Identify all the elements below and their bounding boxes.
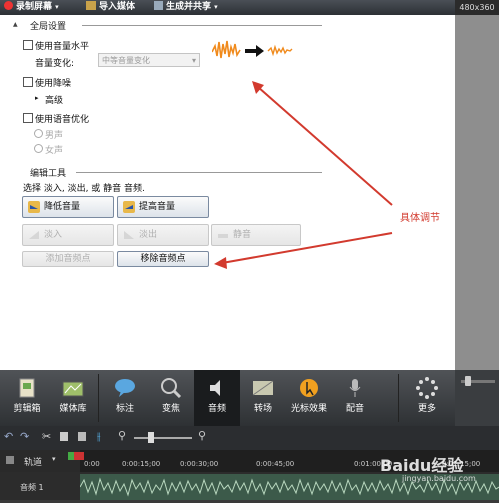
paste-icon[interactable] — [78, 432, 86, 441]
transition-icon — [252, 380, 274, 396]
tool-clip-bin[interactable]: 剪辑箱 — [4, 370, 50, 426]
import-icon — [86, 1, 96, 10]
top-toolbar: 录制屏幕 ▾ 导入媒体 生成并共享 ▾ — [0, 0, 455, 15]
timeline-zoom-slider[interactable] — [134, 437, 192, 439]
audio-task-panel: ▲ 全局设置 使用音量水平 音量变化: 中等音量变化 ▾ 使用降噪 ▸ 高级 使… — [0, 15, 455, 370]
tool-zoom[interactable]: 变焦 — [148, 370, 194, 426]
zoom-in-icon[interactable]: ⚲ — [198, 429, 206, 442]
playhead-end-marker[interactable] — [74, 452, 84, 460]
tool-cursor-effects[interactable]: 光标效果 — [286, 370, 332, 426]
zoom-icon — [161, 378, 182, 399]
library-icon — [62, 381, 84, 397]
task-tools-bar: 剪辑箱 媒体库 标注 变焦 音频 转场 光标效果 配音 更多 — [0, 370, 455, 426]
timeline-zoom-handle[interactable] — [148, 432, 154, 443]
toolbar-separator — [398, 374, 399, 422]
tool-audio[interactable]: 音频 — [194, 370, 240, 426]
more-icon — [416, 377, 438, 399]
resolution-display[interactable]: 480x360 — [455, 0, 499, 15]
preview-pane — [455, 15, 499, 370]
callout-icon — [115, 379, 135, 397]
produce-share-button[interactable]: 生成并共享 ▾ — [154, 1, 218, 14]
redo-icon[interactable]: ↷ — [20, 430, 29, 443]
copy-icon[interactable] — [60, 432, 68, 441]
import-media-button[interactable]: 导入媒体 — [86, 1, 135, 14]
annotation-label: 具体调节 — [400, 213, 440, 224]
track-name: 音频 1 — [20, 483, 44, 492]
time-tick: 0:00 — [84, 460, 100, 468]
chevron-down-icon: ▾ — [214, 3, 218, 11]
preview-zoom-handle[interactable] — [465, 376, 471, 386]
produce-icon — [154, 1, 163, 10]
tool-library[interactable]: 媒体库 — [50, 370, 96, 426]
timeline-toolbar: ↶ ↷ ✂ ⫲ ⚲ ⚲ — [0, 426, 499, 450]
tool-transitions[interactable]: 转场 — [240, 370, 286, 426]
cursor-effects-icon — [300, 379, 318, 397]
watermark-url: jingyan.baidu.com — [402, 474, 476, 483]
time-tick: 0:00:15;00 — [122, 460, 161, 468]
time-tick: 0:00:45;00 — [256, 460, 295, 468]
record-icon — [4, 1, 13, 10]
chevron-down-icon: ▾ — [55, 3, 59, 11]
baidu-watermark: Baidu经验 — [380, 456, 464, 475]
tool-more[interactable]: 更多 — [402, 370, 452, 426]
tool-callouts[interactable]: 标注 — [102, 370, 148, 426]
record-screen-button[interactable]: 录制屏幕 ▾ — [4, 1, 59, 14]
tracks-menu-icon[interactable] — [6, 456, 14, 464]
voice-narration-icon — [349, 379, 361, 397]
tracks-label: 轨道 — [24, 458, 43, 468]
cut-icon[interactable]: ✂ — [42, 430, 51, 443]
time-tick: 0:00:30;00 — [180, 460, 219, 468]
zoom-out-icon[interactable]: ⚲ — [118, 429, 126, 442]
toolbar-separator — [98, 374, 99, 422]
chevron-down-icon[interactable]: ▾ — [52, 455, 56, 463]
annotation-arrows — [214, 81, 393, 269]
preview-zoom-pane — [455, 370, 499, 426]
clip-bin-icon — [19, 378, 35, 398]
tool-voice-narration[interactable]: 配音 — [332, 370, 378, 426]
split-icon[interactable]: ⫲ — [97, 430, 101, 444]
audio-icon — [210, 380, 220, 396]
undo-icon[interactable]: ↶ — [4, 430, 13, 443]
